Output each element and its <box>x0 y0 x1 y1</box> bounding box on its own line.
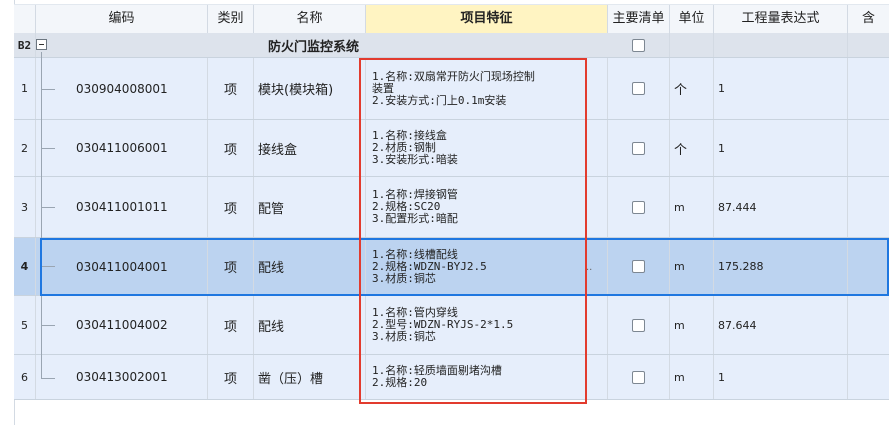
tree-branch <box>41 325 55 326</box>
features-text: 1.名称:轻质墙面剔堵沟槽 2.规格:20 <box>372 364 502 389</box>
more-indicator: ·· <box>586 265 593 276</box>
row-features[interactable]: 1.名称:管内穿线 2.型号:WDZN-RYJS-2*1.5 3.材质:铜芯 <box>366 296 608 354</box>
header-features[interactable]: 项目特征 <box>366 5 608 33</box>
grid-header: 编码 类别 名称 项目特征 主要清单 单位 工程量表达式 含 <box>14 4 889 34</box>
table-row-selected[interactable]: 4 030411004001 项 配线 1.名称:线槽配线 2.规格:WDZN-… <box>14 238 889 296</box>
row-features[interactable]: 1.名称:轻质墙面剔堵沟槽 2.规格:20 <box>366 355 608 399</box>
header-name[interactable]: 名称 <box>254 5 366 33</box>
table-row[interactable]: 2 030411006001 项 接线盒 1.名称:接线盒 2.材质:钢制 3.… <box>14 120 889 177</box>
main-list-checkbox[interactable] <box>632 318 645 332</box>
row-number: 6 <box>14 355 36 399</box>
row-expression[interactable]: 1 <box>714 120 848 176</box>
group-name: 防火门监控系统 <box>268 39 360 55</box>
row-type[interactable]: 项 <box>208 296 254 354</box>
row-number: 4 <box>14 238 36 295</box>
table-row[interactable]: 3 030411001011 项 配管 1.名称:焊接钢管 2.规格:SC20 … <box>14 177 889 238</box>
row-unit[interactable]: 个 <box>670 58 714 119</box>
row-unit[interactable]: m <box>670 355 714 399</box>
header-unit[interactable]: 单位 <box>670 5 714 33</box>
row-name[interactable]: 配线 <box>254 296 366 354</box>
row-expression[interactable]: 87.444 <box>714 177 848 237</box>
row-type[interactable]: 项 <box>208 355 254 399</box>
tree-branch <box>41 148 55 149</box>
main-list-checkbox[interactable] <box>632 260 645 273</box>
header-contains[interactable]: 含 <box>848 5 889 33</box>
table-row[interactable]: 1 030904008001 项 模块(模块箱) 1.名称:双扇常开防火门现场控… <box>14 58 889 120</box>
collapse-icon[interactable] <box>36 39 47 50</box>
header-expression[interactable]: 工程量表达式 <box>714 5 848 33</box>
row-code[interactable]: 030904008001 <box>36 58 208 119</box>
row-type[interactable]: 项 <box>208 238 254 295</box>
row-name[interactable]: 模块(模块箱) <box>254 58 366 119</box>
group-id: B2 <box>14 33 36 57</box>
tree-line <box>41 52 42 378</box>
row-features[interactable]: 1.名称:焊接钢管 2.规格:SC20 3.配置形式:暗配 <box>366 177 608 237</box>
row-name[interactable]: 凿（压）槽 <box>254 355 366 399</box>
row-features[interactable]: 1.名称:线槽配线 2.规格:WDZN-BYJ2.5 3.材质:铜芯 <box>366 238 608 295</box>
tree-branch <box>41 89 55 90</box>
row-code[interactable]: 030411006001 <box>36 120 208 176</box>
row-expression[interactable]: 1 <box>714 355 848 399</box>
row-unit[interactable]: m <box>670 177 714 237</box>
row-expression[interactable]: 175.288 <box>714 238 848 295</box>
features-text: 1.名称:接线盒 2.材质:钢制 3.安装形式:暗装 <box>372 129 458 166</box>
row-number: 2 <box>14 120 36 176</box>
row-unit[interactable]: 个 <box>670 120 714 176</box>
row-code[interactable]: 030411004002 <box>36 296 208 354</box>
row-code[interactable]: 030413002001 <box>36 355 208 399</box>
tree-branch <box>41 378 55 379</box>
row-expression[interactable]: 1 <box>714 58 848 119</box>
row-code[interactable]: 030411001011 <box>36 177 208 237</box>
row-unit[interactable]: m <box>670 238 714 295</box>
row-code[interactable]: 030411004001 <box>36 238 208 295</box>
row-type[interactable]: 项 <box>208 58 254 119</box>
group-row[interactable]: B2 防火门监控系统 <box>14 33 889 58</box>
main-list-checkbox[interactable] <box>632 370 645 384</box>
row-name[interactable]: 配管 <box>254 177 366 237</box>
left-gutter <box>0 0 15 425</box>
row-number: 5 <box>14 296 36 354</box>
row-type[interactable]: 项 <box>208 120 254 176</box>
row-name[interactable]: 接线盒 <box>254 120 366 176</box>
main-list-checkbox[interactable] <box>632 141 645 155</box>
row-type[interactable]: 项 <box>208 177 254 237</box>
table-row[interactable]: 6 030413002001 项 凿（压）槽 1.名称:轻质墙面剔堵沟槽 2.规… <box>14 355 889 400</box>
row-name[interactable]: 配线 <box>254 238 366 295</box>
header-rownum[interactable] <box>14 5 36 33</box>
main-list-checkbox[interactable] <box>632 82 645 95</box>
tree-branch <box>41 266 55 267</box>
bill-grid: 编码 类别 名称 项目特征 主要清单 单位 工程量表达式 含 B2 防火门监控系… <box>0 0 889 425</box>
features-text: 1.名称:双扇常开防火门现场控制 装置 2.安装方式:门上0.1m安装 <box>372 69 535 107</box>
row-number: 3 <box>14 177 36 237</box>
group-main-list-cell <box>608 33 670 57</box>
row-features[interactable]: 1.名称:双扇常开防火门现场控制 装置 2.安装方式:门上0.1m安装 <box>366 58 608 119</box>
row-number: 1 <box>14 58 36 119</box>
header-main-list[interactable]: 主要清单 <box>608 5 670 33</box>
row-unit[interactable]: m <box>670 296 714 354</box>
header-code[interactable]: 编码 <box>36 5 208 33</box>
table-row[interactable]: 5 030411004002 项 配线 1.名称:管内穿线 2.型号:WDZN-… <box>14 296 889 355</box>
features-text: 1.名称:焊接钢管 2.规格:SC20 3.配置形式:暗配 <box>372 188 458 225</box>
main-list-checkbox[interactable] <box>632 38 645 52</box>
row-expression[interactable]: 87.644 <box>714 296 848 354</box>
row-features[interactable]: 1.名称:接线盒 2.材质:钢制 3.安装形式:暗装 <box>366 120 608 176</box>
features-text: 1.名称:线槽配线 2.规格:WDZN-BYJ2.5 3.材质:铜芯 <box>372 247 487 285</box>
header-type[interactable]: 类别 <box>208 5 254 33</box>
main-list-checkbox[interactable] <box>632 200 645 214</box>
features-text: 1.名称:管内穿线 2.型号:WDZN-RYJS-2*1.5 3.材质:铜芯 <box>372 306 514 343</box>
tree-branch <box>41 207 55 208</box>
